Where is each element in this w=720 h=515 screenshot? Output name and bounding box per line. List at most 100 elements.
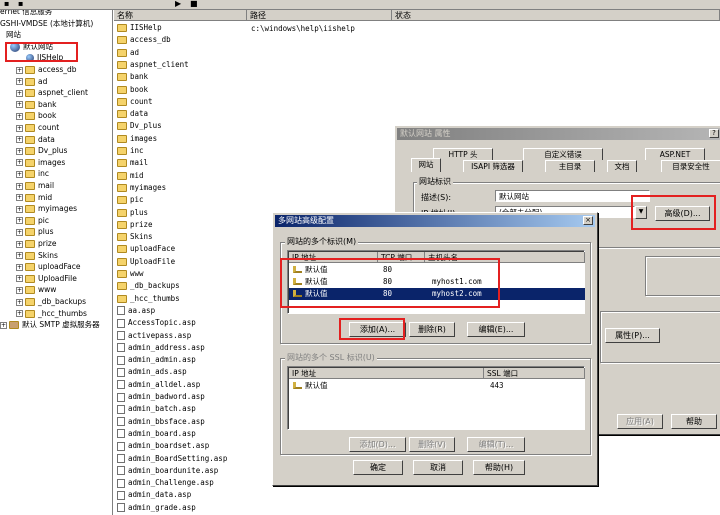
tree-item[interactable]: + Dv_plus — [16, 145, 67, 156]
list-item[interactable]: admin_admin.asp — [117, 354, 196, 366]
ok-button[interactable]: 确定 — [353, 460, 403, 475]
tree-item[interactable]: 网站 — [6, 29, 21, 40]
list-item[interactable]: pic — [117, 194, 144, 206]
tree-item[interactable]: + book — [16, 110, 56, 121]
tree-item[interactable]: + Skins — [16, 250, 58, 261]
list-item[interactable]: prize — [117, 219, 153, 231]
expand-icon[interactable]: + — [0, 321, 7, 329]
list-item[interactable]: uploadFace — [117, 243, 175, 255]
list-item[interactable]: admin_boardset.asp — [117, 440, 209, 452]
list-item[interactable]: images — [117, 133, 157, 145]
column-header-name[interactable]: 名称 — [114, 10, 247, 21]
list-item[interactable]: _db_backups — [117, 280, 180, 292]
list-item[interactable]: admin_boardunite.asp — [117, 465, 218, 477]
help-button[interactable]: 帮助 — [671, 414, 717, 429]
list-item[interactable]: mail — [117, 157, 148, 169]
expand-icon[interactable]: + — [16, 310, 23, 318]
list-item[interactable]: count — [117, 96, 153, 108]
tab-http-headers[interactable]: HTTP 头 — [433, 148, 493, 160]
tab-custom-errors[interactable]: 自定义错误 — [523, 148, 603, 160]
tab-aspnet[interactable]: ASP.NET — [645, 148, 705, 160]
expand-icon[interactable]: + — [16, 89, 23, 97]
expand-icon[interactable]: + — [16, 159, 23, 167]
list-item[interactable]: IISHelp — [117, 22, 162, 34]
tree-item[interactable]: GSHI-VMDSE (本地计算机) — [0, 18, 93, 29]
expand-icon[interactable]: + — [16, 136, 23, 144]
expand-icon[interactable]: + — [16, 240, 23, 248]
tree-item[interactable]: + mail — [16, 180, 54, 191]
help-dialog-button[interactable]: 帮助(H) — [473, 460, 525, 475]
expand-icon[interactable]: + — [16, 205, 23, 213]
edit-identity-button[interactable]: 编辑(E)... — [467, 322, 525, 337]
list-item[interactable]: Dv_plus — [117, 120, 162, 132]
tree-item[interactable]: + count — [16, 122, 59, 133]
description-input[interactable]: 默认网站 — [495, 190, 650, 202]
list-item[interactable]: mid — [117, 170, 144, 182]
list-item[interactable]: admin_ads.asp — [117, 366, 187, 378]
list-item[interactable]: inc — [117, 145, 144, 157]
column-header-path[interactable]: 路径 — [247, 10, 392, 21]
expand-icon[interactable]: + — [16, 194, 23, 202]
tree-item[interactable]: + pic — [16, 215, 49, 226]
list-item[interactable]: www — [117, 268, 144, 280]
expand-icon[interactable]: + — [16, 78, 23, 86]
edit-ssl-button[interactable]: 编辑(T)... — [467, 437, 525, 452]
list-item[interactable]: admin_board.asp — [117, 428, 196, 440]
ssl-identities-table[interactable]: IP 地址 SSL 端口 默认值 443 — [287, 366, 585, 430]
list-item[interactable]: admin_Challenge.asp — [117, 477, 214, 489]
properties-button[interactable]: 属性(P)... — [605, 328, 660, 343]
toolbar-button[interactable]: ▪ — [4, 0, 9, 8]
tree-item[interactable]: + mid — [16, 192, 52, 203]
list-item[interactable]: access_db — [117, 34, 171, 46]
expand-icon[interactable]: + — [16, 252, 23, 260]
table-row[interactable]: 默认值 443 — [289, 380, 585, 392]
list-item[interactable]: admin_badword.asp — [117, 391, 205, 403]
list-item[interactable]: ad — [117, 47, 139, 59]
tree-item[interactable]: + access_db — [16, 64, 77, 75]
expand-icon[interactable]: + — [16, 298, 23, 306]
list-item[interactable]: myimages — [117, 182, 166, 194]
expand-icon[interactable]: + — [16, 66, 23, 74]
tree-item[interactable]: + 默认 SMTP 虚拟服务器 — [0, 319, 100, 330]
expand-icon[interactable]: + — [16, 275, 23, 283]
expand-icon[interactable]: + — [16, 286, 23, 294]
tab-directory-security[interactable]: 目录安全性 — [661, 160, 720, 172]
list-item[interactable]: admin_address.asp — [117, 342, 205, 354]
column-header-status[interactable]: 状态 — [392, 10, 720, 21]
tab-website[interactable]: 网站 — [411, 158, 441, 172]
expand-icon[interactable]: + — [16, 170, 23, 178]
tree-item[interactable]: + _hcc_thumbs — [16, 308, 87, 319]
list-item[interactable]: activepass.asp — [117, 330, 191, 342]
tab-home-directory[interactable]: 主目录 — [545, 160, 595, 172]
tree-item[interactable]: + uploadFace — [16, 261, 81, 272]
tree-item[interactable]: + inc — [16, 168, 49, 179]
list-item[interactable]: book — [117, 84, 148, 96]
help-icon[interactable]: ? — [709, 129, 719, 138]
tab-documents[interactable]: 文档 — [607, 160, 637, 172]
add-ssl-button[interactable]: 添加(D)... — [349, 437, 406, 452]
expand-icon[interactable]: + — [16, 101, 23, 109]
list-item[interactable]: admin_batch.asp — [117, 403, 196, 415]
tree-item[interactable]: + data — [16, 134, 55, 145]
list-item[interactable]: admin_BoardSetting.asp — [117, 453, 227, 465]
tree-item[interactable]: + plus — [16, 226, 54, 237]
expand-icon[interactable]: + — [16, 124, 23, 132]
expand-icon[interactable]: + — [16, 263, 23, 271]
list-item[interactable]: admin_bbsface.asp — [117, 416, 205, 428]
ssl-port-column-header[interactable]: SSL 端口 — [484, 368, 585, 379]
list-item[interactable]: aspnet_client — [117, 59, 189, 71]
list-item[interactable]: plus — [117, 207, 148, 219]
list-item[interactable]: AccessTopic.asp — [117, 317, 196, 329]
tab-isapi-filters[interactable]: ISAPI 筛选器 — [463, 160, 523, 172]
expand-icon[interactable]: + — [16, 182, 23, 190]
list-item[interactable]: admin_alldel.asp — [117, 379, 200, 391]
tree-item[interactable]: + ad — [16, 76, 47, 87]
expand-icon[interactable]: + — [16, 217, 23, 225]
list-item[interactable]: bank — [117, 71, 148, 83]
tree-item[interactable]: ernet 信息服务 — [0, 10, 52, 17]
list-item[interactable]: data — [117, 108, 148, 120]
expand-icon[interactable]: + — [16, 112, 23, 120]
tree-item[interactable]: + _db_backups — [16, 296, 86, 307]
toolbar-button[interactable]: ▪ — [18, 0, 23, 8]
delete-identity-button[interactable]: 删除(R) — [409, 322, 455, 337]
